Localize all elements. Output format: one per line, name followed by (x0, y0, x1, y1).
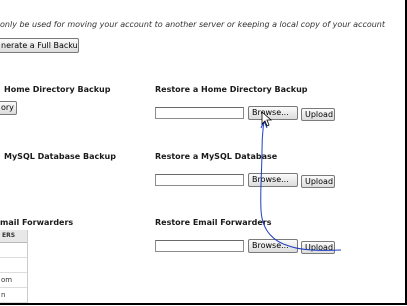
restore-home-file-input[interactable] (155, 107, 244, 119)
restore-email-browse-button[interactable]: Browse... (248, 239, 298, 253)
restore-home-upload-button[interactable]: Upload (301, 108, 335, 121)
mysql-backup-heading: MySQL Database Backup (4, 152, 116, 161)
restore-email-heading: Restore Email Forwarders (155, 218, 272, 227)
email-forwarders-heading: mail Forwarders (0, 218, 74, 227)
restore-home-browse-button[interactable]: Browse... (248, 106, 298, 120)
forwarders-table: ERS om n (0, 230, 28, 303)
restore-home-heading: Restore a Home Directory Backup (155, 85, 308, 94)
forwarders-table-header: ERS (0, 230, 27, 243)
restore-mysql-upload-button[interactable]: Upload (301, 175, 335, 188)
intro-text: only be used for moving your account to … (0, 20, 386, 29)
table-row (0, 258, 27, 273)
backup-page: only be used for moving your account to … (0, 0, 407, 305)
home-backup-heading: Home Directory Backup (4, 85, 111, 94)
restore-email-file-input[interactable] (155, 240, 244, 252)
restore-mysql-heading: Restore a MySQL Database (155, 152, 278, 161)
restore-mysql-file-input[interactable] (155, 174, 244, 186)
table-row: n (0, 288, 27, 303)
full-backup-button[interactable]: nerate a Full Backup (0, 38, 79, 53)
restore-mysql-browse-button[interactable]: Browse... (248, 173, 298, 187)
table-row (0, 243, 27, 258)
table-row: om (0, 273, 27, 288)
home-backup-button[interactable]: ory (0, 101, 17, 115)
restore-email-upload-button[interactable]: Upload (301, 241, 335, 254)
